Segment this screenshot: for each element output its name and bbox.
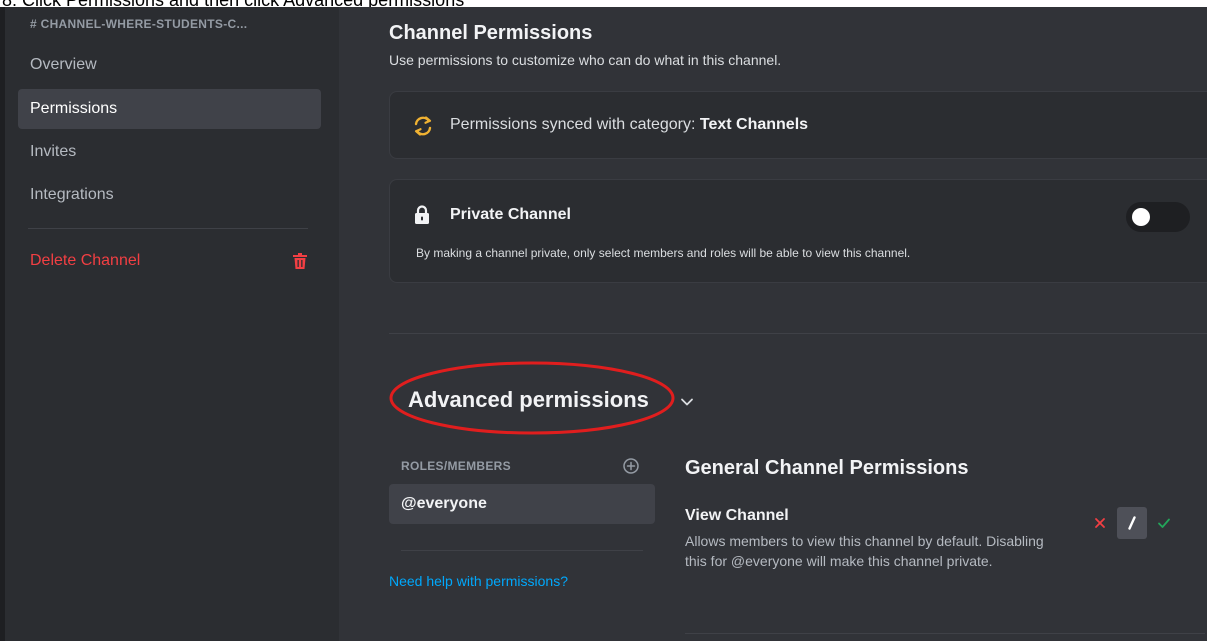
- toggle-knob: [1132, 208, 1150, 226]
- add-circle-icon[interactable]: [622, 457, 640, 475]
- delete-channel-button[interactable]: Delete Channel: [18, 241, 321, 281]
- roles-divider: [401, 550, 643, 551]
- settings-sidebar: # CHANNEL-WHERE-STUDENTS-C... Overview P…: [0, 7, 339, 641]
- permissions-help-link[interactable]: Need help with permissions?: [389, 573, 568, 589]
- sync-status-card: Permissions synced with category: Text C…: [389, 91, 1207, 159]
- sync-status-text: Permissions synced with category: Text C…: [450, 116, 808, 134]
- private-channel-description: By making a channel private, only select…: [416, 246, 911, 260]
- sync-prefix: Permissions synced with category:: [450, 116, 700, 133]
- view-channel-description: Allows members to view this channel by d…: [685, 533, 1044, 569]
- trash-icon: [293, 253, 307, 269]
- chevron-down-icon: [681, 398, 693, 406]
- page-subtitle: Use permissions to customize who can do …: [389, 52, 782, 68]
- view-channel-title: View Channel: [685, 507, 789, 524]
- sidebar-divider: [28, 228, 308, 229]
- sidebar-channel-title: # CHANNEL-WHERE-STUDENTS-C...: [30, 17, 248, 31]
- sidebar-item-invites[interactable]: Invites: [18, 132, 321, 172]
- view-channel-permission-selector: [1080, 507, 1188, 539]
- permission-divider: [685, 633, 1205, 634]
- advanced-permissions-title: Advanced permissions: [408, 387, 649, 412]
- role-item-everyone[interactable]: @everyone: [389, 484, 655, 524]
- section-divider: [389, 333, 1207, 334]
- general-permissions-title: General Channel Permissions: [685, 457, 969, 479]
- sidebar-item-overview[interactable]: Overview: [18, 45, 321, 85]
- sync-category: Text Channels: [699, 116, 809, 133]
- neutral-button[interactable]: [1117, 507, 1147, 539]
- deny-button[interactable]: [1085, 507, 1115, 539]
- lock-icon: [415, 205, 429, 224]
- page-title: Channel Permissions: [389, 22, 593, 44]
- channel-settings-screen: # CHANNEL-WHERE-STUDENTS-C... Overview P…: [0, 7, 1207, 641]
- sidebar-item-permissions[interactable]: Permissions: [18, 89, 321, 129]
- delete-channel-label: Delete Channel: [30, 252, 141, 269]
- private-channel-card: Private Channel By making a channel priv…: [389, 179, 1207, 283]
- check-icon: [1158, 518, 1170, 528]
- sidebar-item-integrations[interactable]: Integrations: [18, 175, 321, 215]
- permissions-panel: Channel Permissions Use permissions to c…: [339, 7, 1207, 641]
- slash-icon: [1128, 516, 1136, 530]
- sync-icon: [414, 116, 432, 136]
- private-channel-title: Private Channel: [450, 206, 571, 223]
- roles-members-header: ROLES/MEMBERS: [401, 459, 511, 473]
- sidebar-edge: [0, 7, 5, 641]
- advanced-permissions-toggle[interactable]: Advanced permissions: [408, 387, 693, 417]
- x-icon: [1095, 518, 1105, 528]
- allow-button[interactable]: [1149, 507, 1179, 539]
- private-channel-toggle[interactable]: [1126, 202, 1190, 232]
